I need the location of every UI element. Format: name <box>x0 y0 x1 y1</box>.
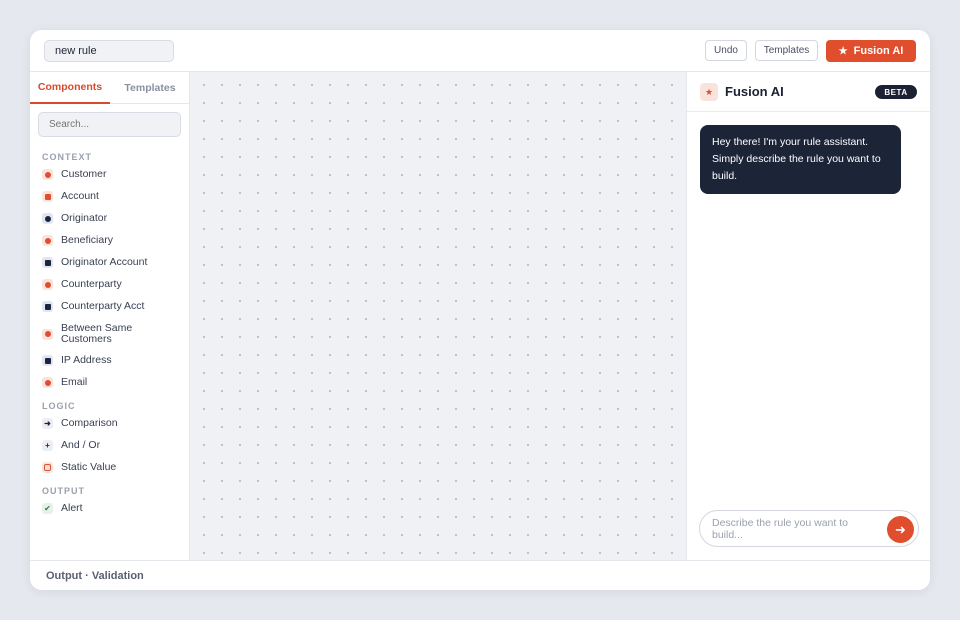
ip-address-icon <box>42 355 53 366</box>
component-account[interactable]: Account <box>42 191 182 202</box>
star-icon: ★ <box>838 45 848 57</box>
rule-builder-window: Undo Templates ★ Fusion AI Components Te… <box>30 30 930 590</box>
rule-name-input[interactable] <box>44 40 174 62</box>
component-originator[interactable]: Originator <box>42 213 182 224</box>
component-ip-address[interactable]: IP Address <box>42 355 182 366</box>
component-label: Between Same Customers <box>61 322 133 345</box>
arrow-right-icon: ➜ <box>42 418 53 429</box>
search-input[interactable] <box>38 112 181 137</box>
account-icon <box>42 191 53 202</box>
component-customer[interactable]: Customer <box>42 169 182 180</box>
assistant-panel: ★ Fusion AI BETA Hey there! I'm your rul… <box>686 72 930 560</box>
email-icon <box>42 377 53 388</box>
component-originator-account[interactable]: Originator Account <box>42 257 182 268</box>
assistant-composer: Describe the rule you want to build... ➜ <box>699 510 919 547</box>
component-counterparty[interactable]: Counterparty <box>42 279 182 290</box>
tab-components[interactable]: Components <box>30 72 110 104</box>
component-label: Originator Account <box>61 256 148 268</box>
assistant-message: Hey there! I'm your rule assistant. Simp… <box>700 125 901 194</box>
component-label: Alert <box>61 502 83 514</box>
undo-button[interactable]: Undo <box>705 40 747 61</box>
fusion-ai-label: Fusion AI <box>853 45 904 57</box>
component-counterparty-acct[interactable]: Counterparty Acct <box>42 301 182 312</box>
static-value-icon <box>42 462 53 473</box>
component-label: Email <box>61 376 88 388</box>
output-validation-label[interactable]: Output · Validation <box>46 570 144 582</box>
top-bar: Undo Templates ★ Fusion AI <box>30 30 930 72</box>
counterparty-icon <box>42 279 53 290</box>
plus-icon: + <box>42 440 53 451</box>
between-customers-icon <box>42 328 53 340</box>
beneficiary-icon <box>42 235 53 246</box>
check-icon: ✔ <box>42 503 53 514</box>
component-alert[interactable]: ✔ Alert <box>42 503 182 514</box>
component-email[interactable]: Email <box>42 377 182 388</box>
component-label: Counterparty <box>61 278 122 290</box>
assistant-title: Fusion AI <box>725 84 784 99</box>
component-label: Account <box>61 190 99 202</box>
sidebar-tabs: Components Templates <box>30 72 189 104</box>
tab-templates[interactable]: Templates <box>110 72 190 104</box>
component-label: Counterparty Acct <box>61 300 145 312</box>
originator-icon <box>42 213 53 224</box>
customer-icon <box>42 169 53 180</box>
component-beneficiary[interactable]: Beneficiary <box>42 235 182 246</box>
component-label: Beneficiary <box>61 234 113 246</box>
send-arrow-icon[interactable]: ➜ <box>887 516 914 543</box>
templates-button[interactable]: Templates <box>755 40 818 61</box>
section-label-context: CONTEXT <box>42 152 93 162</box>
assistant-input[interactable]: Describe the rule you want to build... <box>712 517 877 543</box>
assistant-header: ★ Fusion AI BETA <box>687 72 930 112</box>
counterparty-acct-icon <box>42 301 53 312</box>
fusion-ai-button[interactable]: ★ Fusion AI <box>826 40 916 62</box>
component-label: And / Or <box>61 439 101 451</box>
rule-canvas[interactable] <box>190 72 686 560</box>
star-icon: ★ <box>700 83 718 101</box>
component-label: Static Value <box>61 461 117 473</box>
beta-badge: BETA <box>875 85 917 99</box>
component-label: Customer <box>61 168 107 180</box>
component-label: Comparison <box>61 417 118 429</box>
section-label-logic: LOGIC <box>42 401 76 411</box>
component-comparison[interactable]: ➜ Comparison <box>42 418 182 429</box>
bottom-bar: Output · Validation <box>30 560 930 590</box>
component-and-or[interactable]: + And / Or <box>42 440 182 451</box>
section-label-output: OUTPUT <box>42 486 85 496</box>
component-static-value[interactable]: Static Value <box>42 462 182 473</box>
originator-account-icon <box>42 257 53 268</box>
component-between-same-customers[interactable]: Between Same Customers <box>42 323 182 345</box>
components-sidebar: Components Templates CONTEXT Customer Ac… <box>30 72 190 560</box>
component-label: Originator <box>61 212 108 224</box>
component-label: IP Address <box>61 354 112 366</box>
